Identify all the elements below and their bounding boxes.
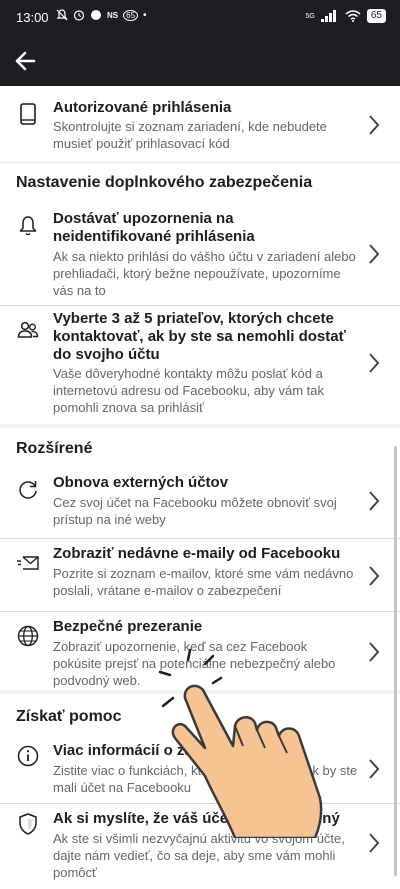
back-arrow-icon[interactable]: [12, 47, 40, 75]
item-title: Bezpečné prezeranie: [53, 618, 203, 635]
item-description: Zobraziť upozornenie, keď sa cez Faceboo…: [53, 639, 336, 688]
item-title: Obnova externých účtov: [53, 474, 229, 491]
item-description: Zistite viac o funkciách, ktoré vám pomô…: [53, 763, 358, 795]
card-extra-security: Nastavenie doplnkového zabezpečenia Dost…: [0, 164, 400, 424]
chevron-right-icon: [369, 566, 380, 586]
trusted-contacts-item[interactable]: Vyberte 3 až 5 priateľov, ktorých chcete…: [0, 306, 400, 424]
settings-list: Autorizované prihlásenia Skontrolujte si…: [0, 86, 400, 889]
app-notification-icon: [91, 10, 101, 20]
item-title: Zobraziť nedávne e-maily od Facebooku: [53, 545, 341, 562]
item-title: Ak si myslíte, že váš účet bol prelomený: [53, 810, 340, 827]
authorized-logins-item[interactable]: Autorizované prihlásenia Skontrolujte si…: [0, 86, 400, 161]
status-bar: 13:00 NS 65 • 5G 65: [0, 0, 400, 36]
ns-label: NS: [107, 10, 119, 20]
item-description: Ak ste si všimli nezvyčajnú aktivitu vo …: [53, 831, 345, 880]
status-right: 5G 65: [306, 9, 386, 23]
item-description: Cez svoj účet na Facebooku môžete obnovi…: [53, 495, 337, 527]
dot-icon: •: [143, 9, 147, 21]
chevron-right-icon: [369, 491, 380, 511]
item-description: Ak sa niekto prihlási do vášho účtu v za…: [53, 249, 356, 298]
scrollbar[interactable]: [394, 446, 397, 876]
globe-icon: [17, 625, 39, 647]
item-description: Skontrolujte si zoznam zariadení, kde ne…: [53, 119, 327, 151]
wifi-icon: [345, 10, 361, 22]
compromised-account-item[interactable]: Ak si myslíte, že váš účet bol prelomený…: [0, 804, 400, 889]
card-advanced: Rozšírené Obnova externých účtov Cez svo…: [0, 428, 400, 690]
recent-emails-item[interactable]: Zobraziť nedávne e-maily od Facebooku Po…: [0, 539, 400, 611]
item-description: Pozrite si zoznam e-mailov, ktoré sme vá…: [53, 566, 354, 598]
security-info-item[interactable]: Viac informácií o zabezpečení Zistite vi…: [0, 736, 400, 804]
app-bar: [0, 36, 400, 86]
alarm-icon: [73, 10, 85, 21]
phone-icon: [20, 103, 36, 125]
section-title-get-help: Získať pomoc: [16, 708, 122, 725]
item-description: Vaše dôveryhodné kontakty môžu poslať kó…: [53, 366, 324, 415]
shield-icon: [19, 813, 37, 835]
badge-label: 65: [123, 9, 139, 21]
item-title: Viac informácií o zabezpečení: [53, 742, 266, 759]
friends-icon: [17, 321, 39, 338]
unrecognized-login-alerts-item[interactable]: Dostávať upozornenia na neidentifikované…: [0, 202, 400, 304]
external-account-recovery-item[interactable]: Obnova externých účtov Cez svoj účet na …: [0, 468, 400, 538]
chevron-right-icon: [369, 642, 380, 662]
refresh-icon: [19, 481, 37, 499]
section-title-extra-security: Nastavenie doplnkového zabezpečenia: [16, 174, 313, 191]
item-title: Autorizované prihlásenia: [53, 99, 232, 116]
item-title: Vyberte 3 až 5 priateľov, ktorých chcete…: [53, 310, 346, 363]
status-time: 13:00: [16, 10, 49, 25]
section-title-advanced: Rozšírené: [16, 440, 93, 457]
mute-icon: [56, 9, 68, 21]
email-icon: [17, 556, 39, 570]
battery-icon: 65: [366, 9, 386, 23]
network-label: 5G: [305, 12, 315, 20]
status-icons: NS 65 •: [56, 9, 147, 21]
item-title: Dostávať upozornenia na neidentifikované…: [53, 210, 255, 245]
chevron-right-icon: [369, 244, 380, 264]
card-authorized-logins: Autorizované prihlásenia Skontrolujte si…: [0, 86, 400, 161]
info-icon: [17, 745, 39, 767]
chevron-right-icon: [369, 833, 380, 853]
card-get-help: Získať pomoc Viac informácií o zabezpeče…: [0, 694, 400, 889]
safe-browsing-item[interactable]: Bezpečné prezeranie Zobraziť upozornenie…: [0, 612, 400, 690]
signal-icon: [320, 10, 336, 22]
bell-icon: [19, 216, 37, 236]
chevron-right-icon: [369, 353, 380, 373]
chevron-right-icon: [369, 115, 380, 135]
chevron-right-icon: [369, 759, 380, 779]
